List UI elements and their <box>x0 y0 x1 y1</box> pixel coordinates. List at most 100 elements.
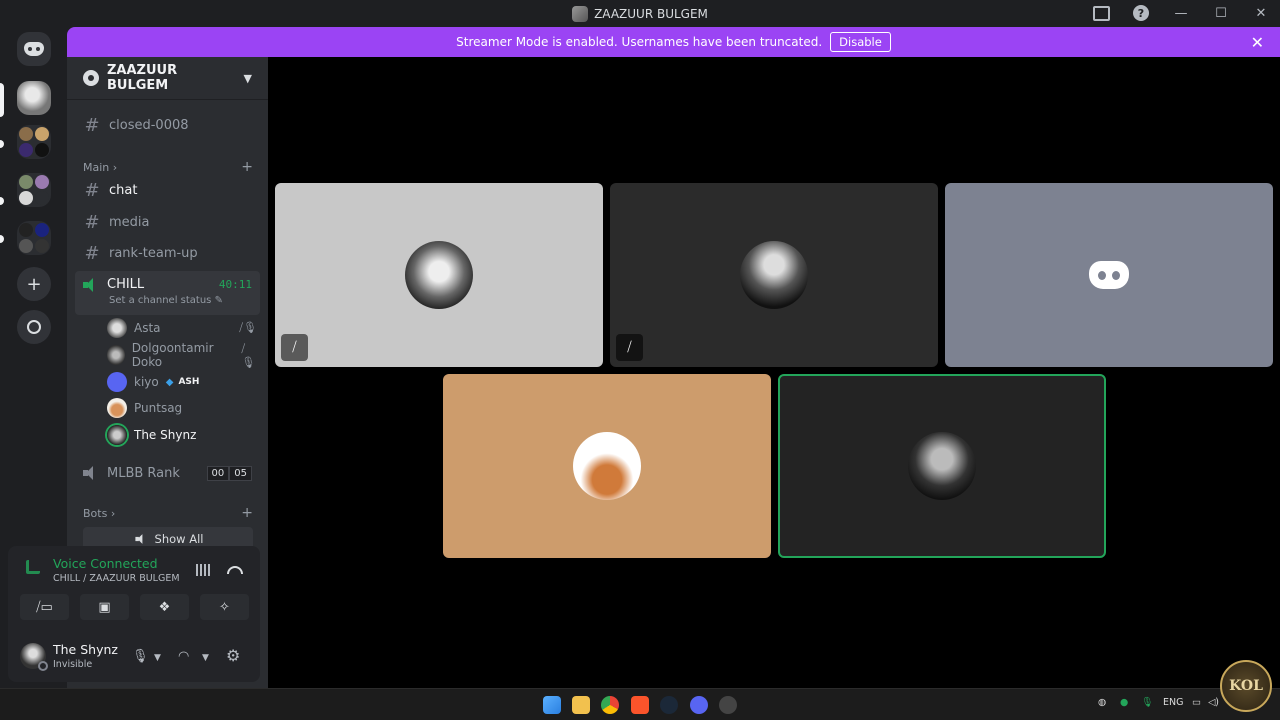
channel-label: media <box>109 214 150 230</box>
voice-channel-label: CHILL <box>107 277 145 292</box>
discord-logo-icon <box>24 42 44 56</box>
voice-connected-bar: Voice Connected CHILL / ZAAZUUR BULGEM <box>8 546 260 588</box>
channel-status-prompt[interactable]: Set a channel status ✎ <box>109 295 252 306</box>
inbox-icon[interactable] <box>1092 4 1110 22</box>
channel-media[interactable]: # media <box>75 208 260 236</box>
voice-channel-chill[interactable]: CHILL 40:11 Set a channel status ✎ <box>75 271 260 315</box>
channel-closed[interactable]: # closed-0008 <box>75 111 260 139</box>
avatar <box>107 345 125 365</box>
noise-suppression-icon[interactable] <box>196 564 212 576</box>
server-folder-3[interactable] <box>17 221 51 255</box>
muted-mic-icon: ⧸🎙 <box>241 341 256 369</box>
participant-tile[interactable]: ⧸ <box>275 183 603 367</box>
category-label: Bots <box>83 506 108 520</box>
soundboard-icon[interactable]: ✧ <box>200 594 249 620</box>
participant-tile[interactable] <box>945 183 1273 367</box>
windows-taskbar: ◍ ● 🎙 ENG ▭ ◁) <box>0 688 1280 720</box>
close-window-button[interactable]: ✕ <box>1252 4 1270 22</box>
disable-streamer-mode-button[interactable]: Disable <box>830 32 891 52</box>
member-name: kiyo <box>134 375 159 389</box>
member-name: Dolgoontamir Doko <box>131 341 214 369</box>
selected-server-pill <box>0 83 4 117</box>
explore-servers-icon[interactable] <box>17 310 51 344</box>
disconnect-icon[interactable] <box>227 566 243 574</box>
user-status: Invisible <box>53 659 93 670</box>
brave-icon[interactable] <box>631 696 649 714</box>
voice-channel-mlbb[interactable]: MLBB Rank 00 05 <box>75 459 260 487</box>
avatar <box>107 425 127 445</box>
participant-tile-speaking[interactable] <box>778 374 1106 558</box>
windows-start-icon[interactable] <box>543 696 561 714</box>
muted-mic-icon: ⧸ <box>281 334 308 361</box>
avatar <box>107 372 127 392</box>
chrome-icon[interactable] <box>601 696 619 714</box>
help-icon[interactable]: ? <box>1132 4 1150 22</box>
participant-avatar <box>908 432 976 500</box>
voice-timer: 40:11 <box>218 278 252 291</box>
window-title-group: ZAAZUUR BULGEM <box>572 5 708 22</box>
default-discord-avatar-icon <box>1089 261 1129 289</box>
window-titlebar: ZAAZUUR BULGEM ? — ☐ ✕ <box>0 0 1280 27</box>
discord-taskbar-icon[interactable] <box>690 696 708 714</box>
steam-icon[interactable] <box>660 696 678 714</box>
voice-connected-title[interactable]: Voice Connected <box>53 556 158 571</box>
clan-icon: ◆ <box>165 376 174 388</box>
language-indicator[interactable]: ENG <box>1163 697 1183 708</box>
participant-tile[interactable] <box>443 374 771 558</box>
maximize-button[interactable]: ☐ <box>1212 4 1230 22</box>
server-folder-2[interactable] <box>17 173 51 207</box>
file-explorer-icon[interactable] <box>572 696 590 714</box>
voice-connected-subtitle[interactable]: CHILL / ZAAZUUR BULGEM <box>53 573 180 584</box>
server-name: ZAAZUUR BULGEM <box>107 63 178 93</box>
username[interactable]: The Shynz <box>53 642 118 657</box>
voice-user-panel: Voice Connected CHILL / ZAAZUUR BULGEM ⧸… <box>8 546 260 682</box>
voice-member[interactable]: Dolgoontamir Doko ⧸🎙 <box>107 341 257 369</box>
channel-label: rank-team-up <box>109 245 198 261</box>
minimize-button[interactable]: — <box>1172 4 1190 22</box>
camera-off-icon[interactable]: ⧸▭ <box>20 594 69 620</box>
create-channel-icon[interactable]: + <box>241 505 253 521</box>
unread-pill <box>0 140 4 148</box>
tray-status-icon[interactable]: ● <box>1120 697 1128 708</box>
hash-icon: # <box>84 211 100 233</box>
category-bots[interactable]: Bots › + <box>83 505 253 521</box>
close-banner-icon[interactable]: ✕ <box>1251 33 1264 52</box>
voice-stage: ⧸ ⧸ <box>268 57 1280 688</box>
channel-rank-team-up[interactable]: # rank-team-up <box>75 239 260 267</box>
voice-channel-label: MLBB Rank <box>107 465 180 481</box>
voice-member-self[interactable]: The Shynz <box>107 423 257 447</box>
chevron-down-icon[interactable]: ▼ <box>202 653 209 663</box>
create-channel-icon[interactable]: + <box>241 159 253 175</box>
participant-avatar <box>740 241 808 309</box>
participant-tile[interactable]: ⧸ <box>610 183 938 367</box>
show-all-label: Show All <box>154 532 204 546</box>
screenshare-icon[interactable]: ▣ <box>80 594 129 620</box>
volume-icon[interactable]: ◁) <box>1208 697 1219 708</box>
participant-avatar <box>405 241 473 309</box>
category-main[interactable]: Main › + <box>83 159 253 175</box>
tray-mic-icon[interactable]: 🎙 <box>1141 697 1153 708</box>
server-header[interactable]: ZAAZUUR BULGEM ▼ <box>67 57 268 100</box>
tray-app-icon[interactable]: ◍ <box>1098 697 1106 708</box>
user-area: The Shynz Invisible 🎙 ▼ ◠ ▼ ⚙ <box>8 636 260 682</box>
voice-member[interactable]: kiyo ◆ ASH <box>107 370 257 394</box>
direct-messages-button[interactable] <box>17 32 51 66</box>
network-icon[interactable]: ▭ <box>1192 697 1201 708</box>
microphone-icon[interactable]: 🎙 <box>132 649 149 664</box>
streamer-mode-banner: Streamer Mode is enabled. Usernames have… <box>67 27 1280 57</box>
member-name: Puntsag <box>134 401 183 415</box>
headphones-icon[interactable]: ◠ <box>178 649 189 664</box>
app-taskbar-icon[interactable] <box>719 696 737 714</box>
signal-icon[interactable] <box>26 560 40 574</box>
user-avatar[interactable] <box>20 643 48 671</box>
gear-icon[interactable]: ⚙ <box>226 646 240 665</box>
server-folder-1[interactable] <box>17 125 51 159</box>
server-boost-icon <box>83 70 99 86</box>
activities-icon[interactable]: ❖ <box>140 594 189 620</box>
voice-member[interactable]: Asta ⧸🎙 <box>107 316 257 340</box>
add-server-icon[interactable]: + <box>17 267 51 301</box>
server-icon-zaazuur[interactable] <box>17 81 51 115</box>
chevron-down-icon[interactable]: ▼ <box>154 653 161 663</box>
channel-chat[interactable]: # chat <box>75 176 260 204</box>
voice-member[interactable]: Puntsag <box>107 396 257 420</box>
